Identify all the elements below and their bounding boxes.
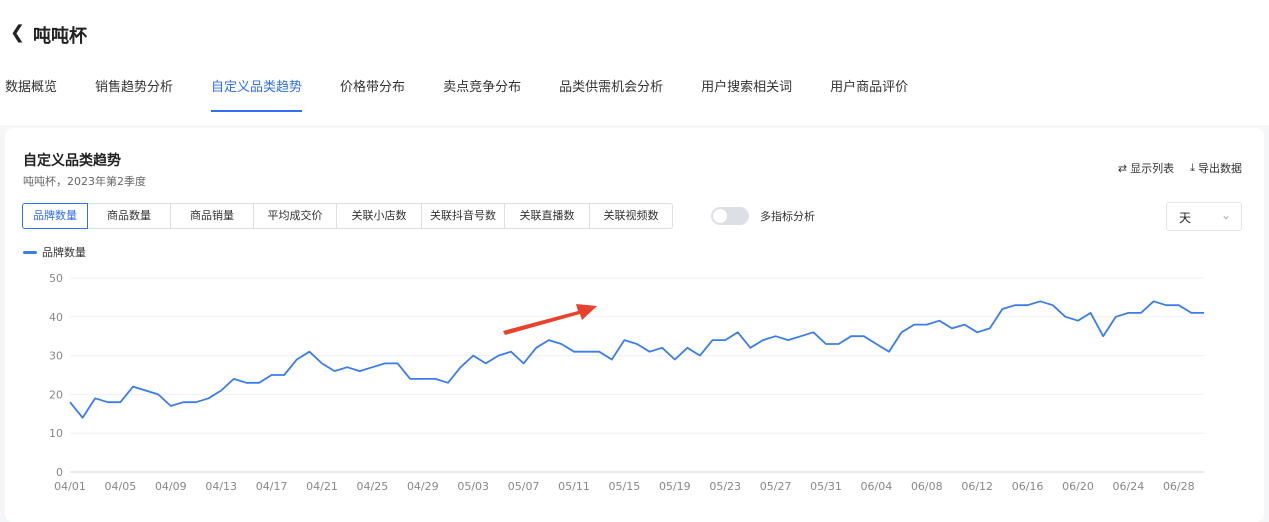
x-tick-label: 04/01 <box>54 480 86 493</box>
x-tick-label: 05/07 <box>508 480 540 493</box>
y-tick-label: 10 <box>49 427 63 440</box>
x-tick-label: 06/16 <box>1012 480 1044 493</box>
x-tick-label: 04/25 <box>357 480 389 493</box>
x-tick-label: 06/20 <box>1062 480 1094 493</box>
trend-chart: 0 10 20 30 40 50 04/01 04/05 04/09 04/13 04/17 04/2… <box>49 272 1204 493</box>
x-tick-label: 04/13 <box>205 480 237 493</box>
y-tick-label: 30 <box>49 350 63 363</box>
x-tick-label: 05/19 <box>659 480 691 493</box>
y-tick-label: 40 <box>49 311 63 324</box>
x-tick-label: 04/17 <box>256 480 288 493</box>
x-tick-label: 04/05 <box>105 480 137 493</box>
x-tick-label: 06/28 <box>1163 480 1195 493</box>
x-tick-label: 06/04 <box>861 480 893 493</box>
x-tick-label: 05/15 <box>609 480 641 493</box>
x-tick-label: 05/11 <box>558 480 590 493</box>
y-tick-label: 50 <box>49 272 63 285</box>
y-tick-label: 20 <box>49 388 63 401</box>
x-tick-label: 04/09 <box>155 480 187 493</box>
x-tick-label: 05/03 <box>457 480 489 493</box>
x-tick-label: 04/21 <box>306 480 338 493</box>
x-tick-label: 04/29 <box>407 480 439 493</box>
x-tick-label: 05/27 <box>760 480 792 493</box>
x-tick-label: 06/12 <box>961 480 993 493</box>
x-tick-label: 06/24 <box>1113 480 1145 493</box>
series-line-brand-count <box>69 300 1204 419</box>
x-tick-label: 05/23 <box>709 480 741 493</box>
y-tick-label: 0 <box>56 466 63 479</box>
x-tick-label: 06/08 <box>911 480 943 493</box>
arrow-annotation <box>503 304 597 335</box>
x-tick-label: 05/31 <box>810 480 842 493</box>
